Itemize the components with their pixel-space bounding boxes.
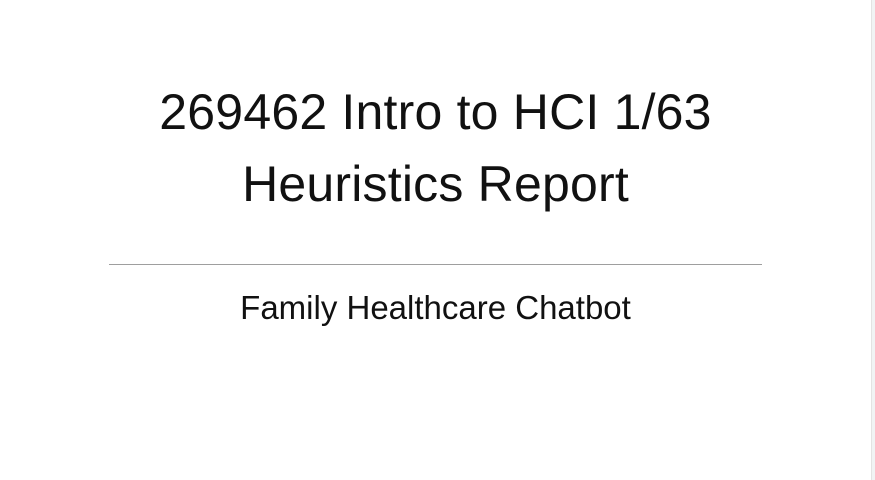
slide-subtitle: Family Healthcare Chatbot <box>240 289 631 326</box>
slide-page: 269462 Intro to HCI 1/63 Heuristics Repo… <box>0 0 871 480</box>
scrollbar-track[interactable] <box>871 0 875 480</box>
title-line-2: Heuristics Report <box>242 156 629 212</box>
title-line-1: 269462 Intro to HCI 1/63 <box>159 84 712 140</box>
slide-title: 269462 Intro to HCI 1/63 Heuristics Repo… <box>0 76 871 220</box>
title-divider <box>109 264 762 265</box>
